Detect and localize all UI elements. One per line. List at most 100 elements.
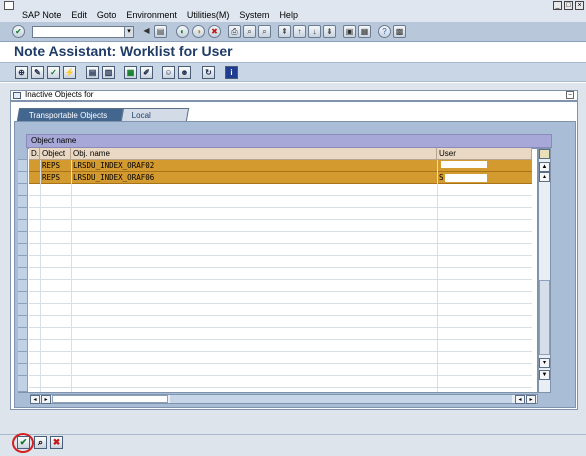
row-selector[interactable] <box>18 196 28 208</box>
cell-obj-name: LRSDU_INDEX_ORAF02 <box>73 161 155 170</box>
row-selector[interactable] <box>18 160 28 172</box>
back-arrow-icon[interactable]: ◀ <box>140 25 153 38</box>
scroll-left-end-icon[interactable]: ◂ <box>515 395 525 404</box>
empty-row <box>29 280 532 292</box>
menu-goto[interactable]: Goto <box>97 10 117 20</box>
information-icon[interactable]: i <box>225 66 238 79</box>
command-field[interactable] <box>32 26 132 38</box>
scroll-right-icon[interactable]: ▸ <box>526 395 536 404</box>
new-session-icon[interactable]: ▣ <box>343 25 356 38</box>
change-icon[interactable]: ✐ <box>140 66 153 79</box>
grid-line <box>40 160 41 392</box>
display-icon[interactable]: ▤ <box>86 66 99 79</box>
prev-page-icon[interactable]: ↑ <box>293 25 306 38</box>
row-selector[interactable] <box>18 244 28 256</box>
people-icon[interactable]: ☻ <box>178 66 191 79</box>
info-icon[interactable]: ▥ <box>102 66 115 79</box>
close-icon[interactable]: × <box>575 1 584 10</box>
row-selector[interactable] <box>18 220 28 232</box>
empty-row <box>29 352 532 364</box>
scroll-up-icon[interactable]: ▴ <box>539 172 550 182</box>
system-menu-icon[interactable] <box>4 1 14 10</box>
cancel-icon[interactable]: ✖ <box>208 25 221 38</box>
find-next-icon[interactable]: ⌕ <box>258 25 271 38</box>
help-icon[interactable]: ? <box>378 25 391 38</box>
check-icon[interactable]: ✓ <box>47 66 60 79</box>
table-row[interactable]: REPS LRSDU_INDEX_ORAF06 S <box>29 172 532 184</box>
refresh-icon[interactable]: ↻ <box>202 66 215 79</box>
save-icon[interactable]: ▤ <box>154 25 167 38</box>
column-header-object[interactable]: Object <box>40 148 71 160</box>
empty-row <box>29 292 532 304</box>
transport-icon[interactable]: ▦ <box>124 66 137 79</box>
tab-transportable-objects[interactable]: Transportable Objects <box>16 108 126 121</box>
empty-row <box>29 340 532 352</box>
cell-object: REPS <box>42 161 61 170</box>
vertical-scrollbar[interactable] <box>538 148 551 393</box>
shortcut-icon[interactable]: ▦ <box>358 25 371 38</box>
vertical-scroll-thumb[interactable] <box>539 280 550 355</box>
menu-sap-note[interactable]: SAP Note <box>22 10 61 20</box>
create-icon[interactable]: ⊕ <box>15 66 28 79</box>
edit-icon[interactable]: ✎ <box>31 66 44 79</box>
scroll-up-fast-icon[interactable]: ▲ <box>539 162 550 172</box>
layout-icon[interactable]: ▩ <box>393 25 406 38</box>
row-selector[interactable] <box>18 316 28 328</box>
scroll-left-icon[interactable]: ◂ <box>30 395 40 404</box>
column-header-user[interactable]: User <box>437 148 532 160</box>
minimize-icon[interactable]: _ <box>553 1 562 10</box>
print-icon[interactable]: ⎙ <box>228 25 241 38</box>
row-selector[interactable] <box>18 208 28 220</box>
next-page-icon[interactable]: ↓ <box>308 25 321 38</box>
exit-icon[interactable]: ◑ <box>192 25 205 38</box>
cell-obj-name: LRSDU_INDEX_ORAF06 <box>73 173 155 182</box>
maximize-icon[interactable]: □ <box>564 1 573 10</box>
table-group-header: Object name <box>26 134 552 148</box>
scroll-down-icon[interactable]: ▾ <box>539 358 550 368</box>
tab-local-objects[interactable]: Local objects <box>120 108 190 133</box>
find-icon[interactable]: ⌕ <box>34 436 47 449</box>
horizontal-scroll-thumb[interactable] <box>52 395 168 403</box>
column-settings-icon[interactable] <box>539 149 550 159</box>
row-selector[interactable] <box>18 232 28 244</box>
grid-line <box>71 160 72 392</box>
column-header-obj-name[interactable]: Obj. name <box>71 148 437 160</box>
cancel-icon[interactable]: ✖ <box>50 436 63 449</box>
find-icon[interactable]: ⌕ <box>243 25 256 38</box>
activate-icon[interactable]: ⚡ <box>63 66 76 79</box>
first-page-icon[interactable]: ⇞ <box>278 25 291 38</box>
empty-row <box>29 256 532 268</box>
scroll-right-small-icon[interactable]: ▸ <box>41 395 51 404</box>
row-selector[interactable] <box>18 352 28 364</box>
table-row[interactable]: REPS LRSDU_INDEX_ORAF02 <box>29 160 532 172</box>
enter-icon[interactable]: ✔ <box>12 25 25 38</box>
row-selector[interactable] <box>18 256 28 268</box>
cell-object: REPS <box>42 173 61 182</box>
row-selector[interactable] <box>18 184 28 196</box>
row-selector[interactable] <box>18 292 28 304</box>
back-icon[interactable]: ◐ <box>176 25 189 38</box>
column-header-d[interactable]: D. <box>29 148 40 160</box>
row-selector[interactable] <box>18 172 28 184</box>
last-page-icon[interactable]: ⇟ <box>323 25 336 38</box>
row-selector[interactable] <box>18 328 28 340</box>
empty-row <box>29 364 532 376</box>
select-all-cell[interactable] <box>18 148 28 160</box>
row-selector[interactable] <box>18 376 28 392</box>
menu-help[interactable]: Help <box>279 10 298 20</box>
scroll-down-fast-icon[interactable]: ▼ <box>539 370 550 380</box>
command-field-dropdown-icon[interactable]: ▾ <box>124 26 134 38</box>
menu-edit[interactable]: Edit <box>71 10 87 20</box>
menu-environment[interactable]: Environment <box>126 10 177 20</box>
continue-icon[interactable]: ✔ <box>17 436 30 449</box>
row-selector[interactable] <box>18 304 28 316</box>
row-selector[interactable] <box>18 364 28 376</box>
user-value-field <box>105 91 165 100</box>
row-selector[interactable] <box>18 340 28 352</box>
collapse-icon[interactable]: – <box>566 91 574 99</box>
menu-utilities[interactable]: Utilities(M) <box>187 10 230 20</box>
row-selector[interactable] <box>18 268 28 280</box>
row-selector[interactable] <box>18 280 28 292</box>
user-icon[interactable]: ☺ <box>162 66 175 79</box>
menu-system[interactable]: System <box>239 10 269 20</box>
